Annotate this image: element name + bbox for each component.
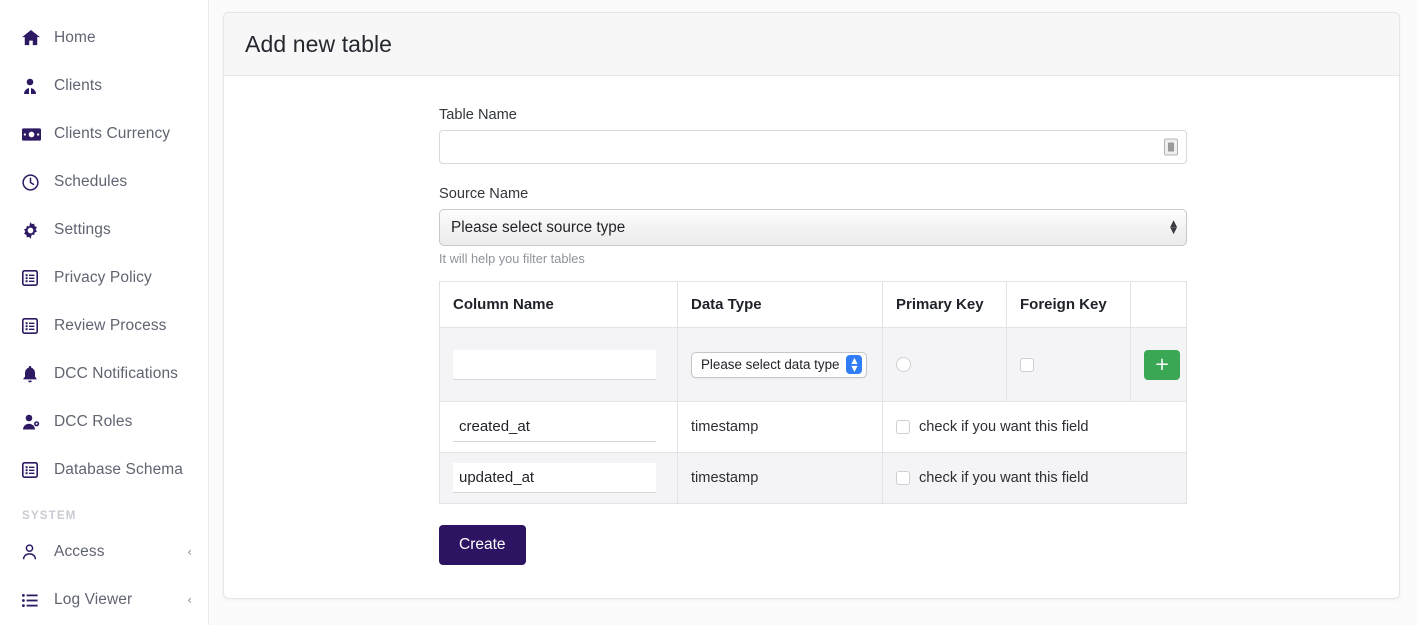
sidebar-section-system: SYSTEM: [22, 510, 77, 522]
main-content: Add new table Table Name Source Name Ple…: [209, 0, 1417, 625]
sidebar-item-label: Log Viewer: [54, 591, 133, 608]
new-column-action-cell: +: [1130, 327, 1187, 402]
sidebar-item-clients[interactable]: Clients: [0, 62, 208, 110]
user-outline-icon: [22, 544, 44, 560]
user-gear-icon: [22, 414, 44, 430]
money-bill-icon: [22, 127, 44, 141]
new-column-data-type-cell: Please select data type ▲ ▼: [677, 327, 883, 402]
sidebar-item-clients-currency[interactable]: Clients Currency: [0, 110, 208, 158]
want-field-checkbox[interactable]: [896, 420, 910, 434]
header-column-name: Column Name: [439, 281, 678, 328]
table-name-input-wrapper: [439, 130, 1187, 164]
column-option-wrapper: check if you want this field: [896, 470, 1173, 486]
card-body: Table Name Source Name Please select sou…: [224, 76, 1399, 565]
source-name-select[interactable]: Please select source type: [439, 209, 1187, 246]
autofill-key-icon[interactable]: [1164, 138, 1178, 156]
user-tie-icon: [22, 78, 44, 94]
sidebar-item-label: Privacy Policy: [54, 269, 152, 286]
column-option-wrapper: check if you want this field: [896, 419, 1173, 435]
bell-icon: [22, 365, 44, 383]
columns-table-body: Please select data type ▲ ▼ + created_at…: [439, 327, 1187, 504]
sidebar-item-settings[interactable]: Settings: [0, 206, 208, 254]
sidebar-item-schedules[interactable]: Schedules: [0, 158, 208, 206]
clock-icon: [22, 173, 44, 191]
table-row: timestamp check if you want this field: [439, 401, 1187, 453]
card-header: Add new table: [224, 13, 1399, 76]
column-data-type-cell: timestamp: [677, 401, 883, 453]
list-box-icon: [22, 318, 44, 334]
want-field-label: check if you want this field: [919, 419, 1089, 435]
column-name-input[interactable]: [453, 412, 656, 442]
columns-table: Column Name Data Type Primary Key Foreig…: [439, 281, 1187, 504]
header-actions: [1130, 281, 1187, 328]
sidebar-item-label: Database Schema: [54, 461, 184, 478]
new-column-row: Please select data type ▲ ▼ +: [439, 327, 1187, 402]
source-name-label: Source Name: [439, 186, 529, 202]
column-name-cell: [439, 401, 678, 453]
column-data-type-cell: timestamp: [677, 452, 883, 504]
sidebar-item-log-viewer[interactable]: Log Viewer ‹: [0, 576, 208, 624]
list-box-icon: [22, 270, 44, 286]
new-column-data-type-select[interactable]: Please select data type ▲ ▼: [691, 351, 868, 378]
sidebar-item-label: DCC Roles: [54, 413, 133, 430]
add-new-table-card: Add new table Table Name Source Name Ple…: [223, 12, 1400, 599]
column-option-cell: check if you want this field: [882, 452, 1187, 504]
sidebar-item-home[interactable]: Home: [0, 14, 208, 62]
sidebar-item-label: Home: [54, 29, 96, 46]
header-data-type: Data Type: [677, 281, 883, 328]
column-name-input[interactable]: [453, 463, 656, 493]
new-column-name-cell: [439, 327, 678, 402]
primary-key-radio[interactable]: [896, 357, 911, 373]
new-column-foreign-key-cell: [1006, 327, 1131, 402]
home-icon: [22, 30, 44, 46]
column-option-cell: check if you want this field: [882, 401, 1187, 453]
table-name-label: Table Name: [439, 107, 517, 123]
table-row: timestamp check if you want this field: [439, 452, 1187, 504]
data-type-selected-label: Please select data type: [701, 357, 840, 372]
add-column-button[interactable]: +: [1144, 349, 1180, 380]
header-foreign-key: Foreign Key: [1006, 281, 1131, 328]
foreign-key-checkbox[interactable]: [1020, 357, 1034, 372]
sidebar-item-dcc-notifications[interactable]: DCC Notifications: [0, 350, 208, 398]
create-button[interactable]: Create: [439, 525, 526, 565]
chevron-updown-icon: ▲ ▼: [846, 355, 863, 374]
source-name-helper-text: It will help you filter tables: [439, 251, 585, 266]
sidebar-item-review-process[interactable]: Review Process: [0, 302, 208, 350]
sidebar-item-label: Settings: [54, 221, 111, 238]
sidebar-item-label: Clients: [54, 77, 103, 94]
sidebar-item-label: DCC Notifications: [54, 365, 179, 382]
add-table-form: Table Name Source Name Please select sou…: [439, 76, 1187, 565]
source-name-select-wrapper: Please select source type ▲ ▼: [439, 209, 1187, 246]
new-column-name-input[interactable]: [453, 349, 656, 380]
new-column-primary-key-cell: [882, 327, 1007, 402]
column-name-cell: [439, 452, 678, 504]
chevron-left-icon[interactable]: ‹: [187, 546, 192, 558]
bullet-list-icon: [22, 593, 44, 607]
sidebar-item-dcc-roles[interactable]: DCC Roles: [0, 398, 208, 446]
chevron-left-icon[interactable]: ‹: [187, 594, 192, 606]
sidebar-item-database-schema[interactable]: Database Schema: [0, 446, 208, 494]
sidebar-item-privacy-policy[interactable]: Privacy Policy: [0, 254, 208, 302]
sidebar-item-label: Access: [54, 543, 105, 560]
list-box-icon: [22, 462, 44, 478]
sidebar-item-label: Review Process: [54, 317, 167, 334]
want-field-label: check if you want this field: [919, 470, 1089, 486]
want-field-checkbox[interactable]: [896, 471, 910, 485]
page-title: Add new table: [245, 30, 393, 57]
sidebar-item-access[interactable]: Access ‹: [0, 528, 208, 576]
table-header-row: Column Name Data Type Primary Key Foreig…: [439, 281, 1187, 328]
sidebar: Home Clients Clients Currency Schedules: [0, 0, 209, 625]
gear-icon: [22, 221, 44, 239]
header-primary-key: Primary Key: [882, 281, 1007, 328]
columns-table-head: Column Name Data Type Primary Key Foreig…: [439, 281, 1187, 328]
sidebar-item-label: Schedules: [54, 173, 128, 190]
table-name-input[interactable]: [439, 130, 1187, 164]
app-root: Home Clients Clients Currency Schedules: [0, 0, 1417, 625]
sidebar-item-label: Clients Currency: [54, 125, 171, 142]
